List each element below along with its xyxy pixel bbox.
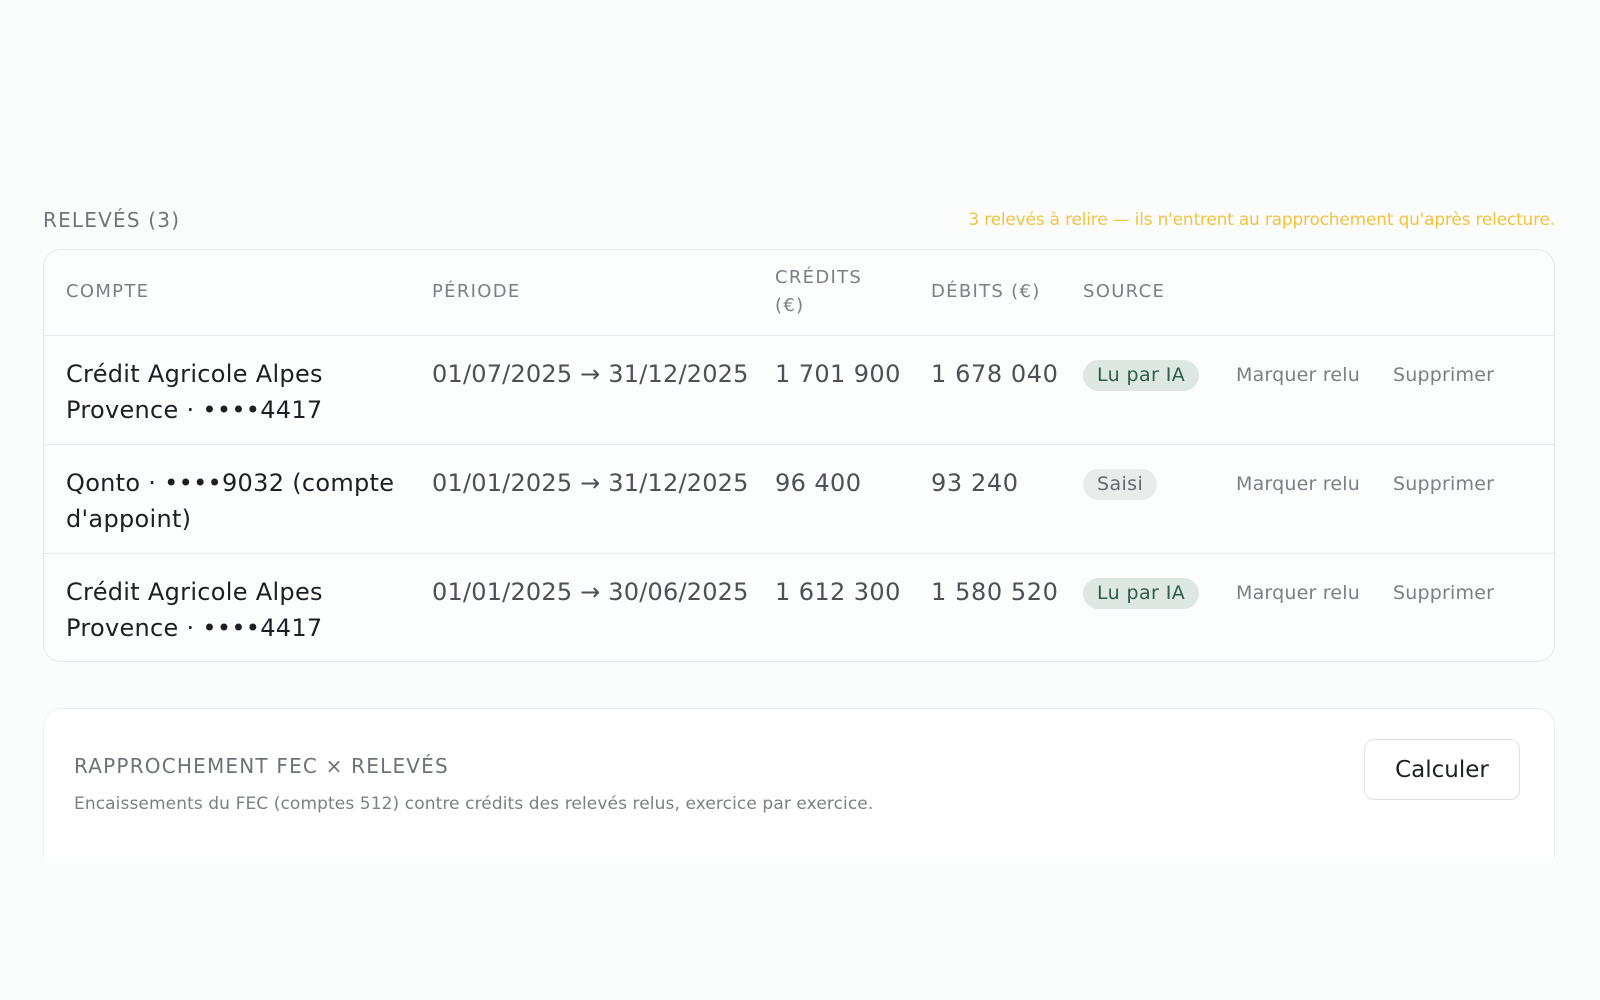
source-badge: Lu par IA [1083, 360, 1200, 391]
row-debits: 1 580 520 [931, 578, 1059, 606]
table-row: Crédit Agricole Alpes Provence · ••••441… [44, 336, 1554, 445]
row-account: Qonto · ••••9032 (compte d'appoint) [66, 469, 395, 533]
column-header-period: PÉRIODE [432, 281, 521, 302]
statements-header: RELEVÉS (3) 3 relevés à relire — ils n'e… [43, 205, 1555, 235]
delete-button[interactable]: Supprimer [1393, 360, 1494, 391]
table-row: Crédit Agricole Alpes Provence · ••••441… [44, 554, 1554, 661]
calculate-button[interactable]: Calculer [1364, 739, 1520, 800]
table-row: Qonto · ••••9032 (compte d'appoint) 01/0… [44, 445, 1554, 554]
mark-reviewed-button[interactable]: Marquer relu [1236, 469, 1360, 500]
row-period: 01/01/2025 → 30/06/2025 [432, 578, 749, 606]
column-header-debits: DÉBITS (€) [931, 281, 1041, 302]
row-credits: 1 701 900 [775, 360, 901, 388]
review-warning: 3 relevés à relire — ils n'entrent au ra… [968, 210, 1555, 230]
row-debits: 93 240 [931, 469, 1019, 497]
table-header: COMPTE PÉRIODE CRÉDITS (€) DÉBITS (€) SO… [44, 250, 1554, 336]
statements-section-title: RELEVÉS (3) [43, 208, 181, 232]
reconciliation-title: RAPPROCHEMENT FEC × RELEVÉS [74, 754, 449, 778]
row-period: 01/01/2025 → 31/12/2025 [432, 469, 749, 497]
column-header-account: COMPTE [66, 281, 150, 302]
row-period: 01/07/2025 → 31/12/2025 [432, 360, 749, 388]
delete-button[interactable]: Supprimer [1393, 469, 1494, 500]
column-header-credits: CRÉDITS (€) [775, 267, 863, 316]
delete-button[interactable]: Supprimer [1393, 578, 1494, 609]
source-badge: Lu par IA [1083, 578, 1200, 609]
mark-reviewed-button[interactable]: Marquer relu [1236, 360, 1360, 391]
row-debits: 1 678 040 [931, 360, 1059, 388]
reconciliation-description: Encaissements du FEC (comptes 512) contr… [74, 794, 874, 814]
source-badge: Saisi [1083, 469, 1158, 500]
row-credits: 1 612 300 [775, 578, 901, 606]
statements-table: COMPTE PÉRIODE CRÉDITS (€) DÉBITS (€) SO… [43, 249, 1555, 662]
row-account: Crédit Agricole Alpes Provence · ••••441… [66, 578, 323, 642]
row-credits: 96 400 [775, 469, 862, 497]
row-account: Crédit Agricole Alpes Provence · ••••441… [66, 360, 323, 424]
reconciliation-card: RAPPROCHEMENT FEC × RELEVÉS Encaissement… [43, 708, 1555, 858]
mark-reviewed-button[interactable]: Marquer relu [1236, 578, 1360, 609]
page: RELEVÉS (3) 3 relevés à relire — ils n'e… [43, 0, 1555, 1000]
column-header-source: SOURCE [1083, 281, 1166, 302]
